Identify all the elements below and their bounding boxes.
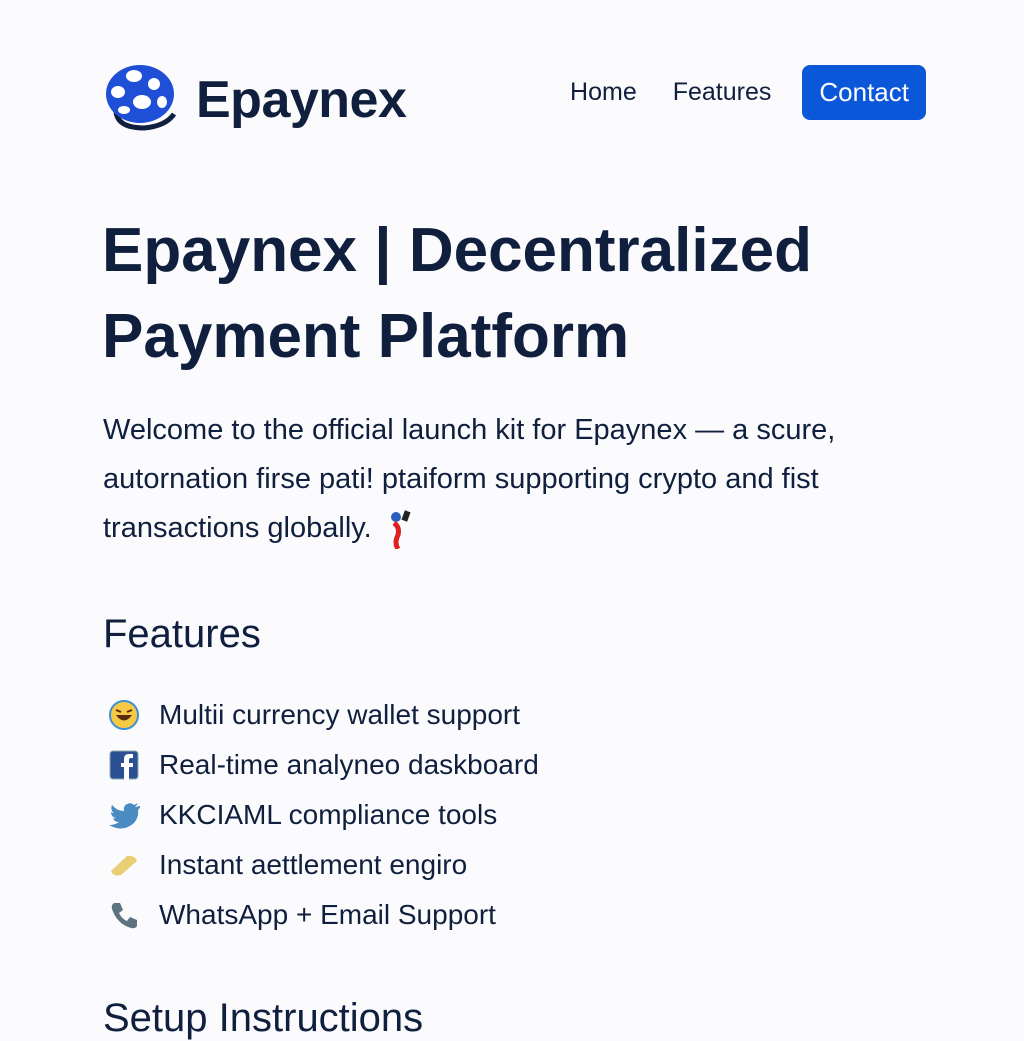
feature-label: WhatsApp + Email Support bbox=[159, 899, 496, 930]
nav-home[interactable]: Home bbox=[570, 78, 637, 107]
page-title: Epaynex | Decentralized Payment Platform bbox=[102, 216, 812, 371]
list-item: Real-time analyneo daskboard bbox=[106, 740, 539, 790]
feature-label: KKCIAML compliance tools bbox=[159, 799, 498, 830]
feature-label: Multii currency wallet support bbox=[159, 699, 521, 730]
contact-button[interactable]: Contact bbox=[802, 65, 926, 120]
main-nav: Home Features Contact bbox=[570, 65, 926, 120]
gold-bar-icon bbox=[106, 847, 142, 883]
features-list: Multii currency wallet support Real-time… bbox=[106, 690, 539, 940]
intro-paragraph: Welcome to the official launch kit for E… bbox=[103, 406, 943, 553]
logo-icon[interactable] bbox=[104, 62, 180, 134]
person-with-phone-emoji-icon bbox=[386, 509, 412, 551]
laughing-emoji-icon bbox=[106, 697, 142, 733]
facebook-icon bbox=[106, 747, 142, 783]
phone-icon bbox=[106, 897, 142, 933]
twitter-bird-icon bbox=[106, 797, 142, 833]
list-item: Instant aettlement engiro bbox=[106, 840, 539, 890]
list-item: KKCIAML compliance tools bbox=[106, 790, 539, 840]
brand-name[interactable]: Epaynex bbox=[196, 70, 407, 130]
nav-features[interactable]: Features bbox=[673, 78, 772, 107]
list-item: WhatsApp + Email Support bbox=[106, 890, 539, 940]
feature-label: Instant aettlement engiro bbox=[159, 849, 468, 880]
features-heading: Features bbox=[103, 612, 261, 656]
intro-text: Welcome to the official launch kit for E… bbox=[103, 414, 836, 544]
feature-label: Real-time analyneo daskboard bbox=[159, 749, 539, 780]
site-header: Epaynex Home Features Contact bbox=[104, 62, 926, 132]
setup-heading: Setup Instructions bbox=[103, 996, 424, 1040]
list-item: Multii currency wallet support bbox=[106, 690, 539, 740]
